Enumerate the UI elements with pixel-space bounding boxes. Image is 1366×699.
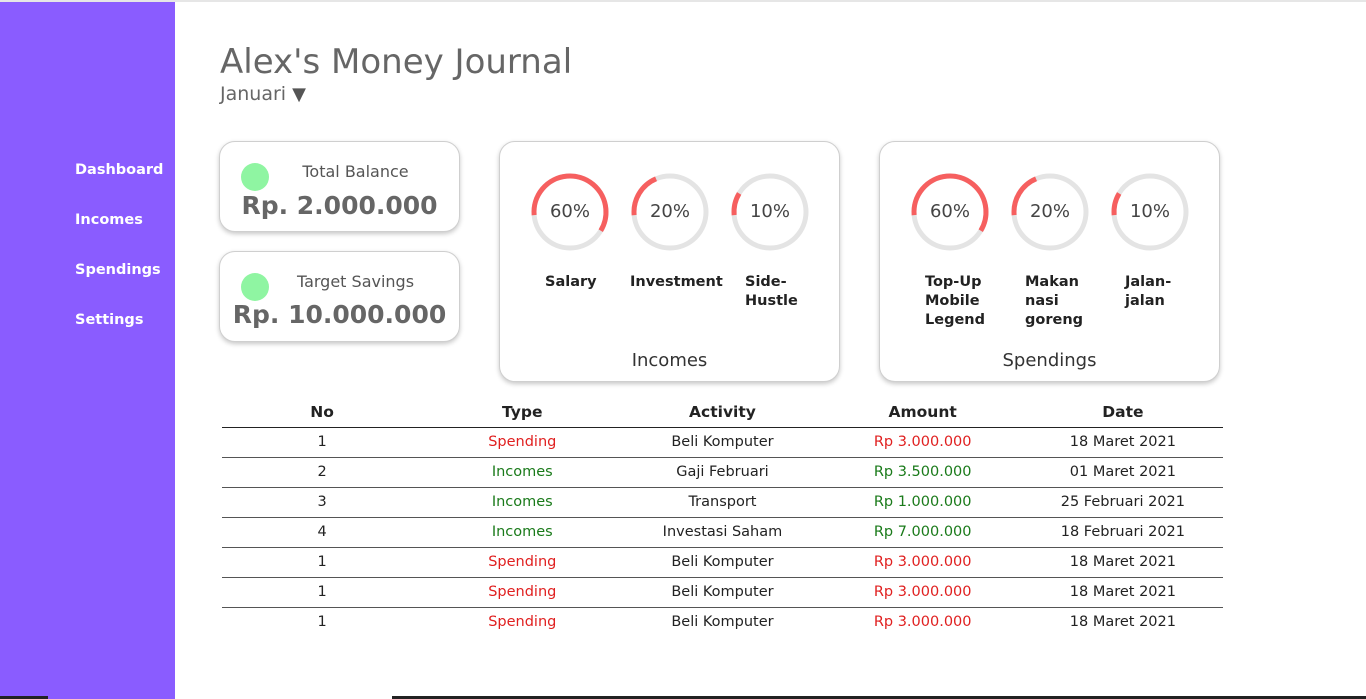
cell-no: 1 [222,577,423,608]
column-header-amount: Amount [822,398,1023,428]
cell-type: Spending [422,577,623,608]
cell-no: 1 [222,427,423,458]
caret-down-icon: ▼ [292,84,306,105]
sidebar-item-spendings[interactable]: Spendings [75,262,161,278]
ring-percent-salary: 60% [549,201,590,222]
cell-date: 18 Maret 2021 [1022,547,1223,578]
cell-amount: Rp 3.000.000 [822,577,1023,608]
cell-activity: Investasi Saham [622,517,823,548]
sidebar-item-settings[interactable]: Settings [75,312,143,328]
target-savings-value: Rp. 10.000.000 [232,300,447,329]
cell-activity: Transport [622,487,823,518]
cell-no: 4 [222,517,423,548]
category-label-investment: Investment [630,274,723,290]
table-row: 1 Spending Beli Komputer Rp 3.000.000 18… [222,547,1223,578]
cell-amount: Rp 3.000.000 [822,547,1023,578]
cell-activity: Gaji Februari [622,457,823,488]
column-header-no: No [222,398,423,428]
cell-amount: Rp 1.000.000 [822,487,1023,518]
table-row: 1 Spending Beli Komputer Rp 3.000.000 18… [222,577,1223,608]
ring-percent-makan: 20% [1029,201,1070,222]
sidebar: Dashboard Incomes Spendings Settings [0,2,175,699]
table-row: 4 Incomes Investasi Saham Rp 7.000.000 1… [222,517,1223,548]
category-label-salary: Salary [545,274,597,290]
table-row: 3 Incomes Transport Rp 1.000.000 25 Febr… [222,487,1223,518]
cell-date: 25 Februari 2021 [1022,487,1223,518]
sidebar-item-dashboard[interactable]: Dashboard [75,162,163,178]
category-label-side-hustle: Side- Hustle [745,274,798,309]
ring-percent-side-hustle: 10% [749,201,790,222]
cell-amount: Rp 3.000.000 [822,427,1023,458]
category-label-top-up: Top-Up Mobile Legend [925,274,985,328]
cell-amount: Rp 7.000.000 [822,517,1023,548]
cell-type: Spending [422,607,623,630]
month-selector[interactable]: Januari ▼ [220,83,306,105]
cell-date: 01 Maret 2021 [1022,457,1223,488]
cell-activity: Beli Komputer [622,547,823,578]
spendings-chart-title: Spendings [1002,350,1097,371]
total-balance-label: Total Balance [302,162,409,181]
cell-activity: Beli Komputer [622,427,823,458]
total-balance-value: Rp. 2.000.000 [241,191,438,220]
spendings-chart-card: 60% 20% 10% Top-Up Mobile Legend Makan nasi… [879,141,1220,382]
total-balance-card: Total Balance Rp. 2.000.000 [219,141,460,232]
column-header-date: Date [1022,398,1223,428]
category-label-jalan: Jalan-jalan [1125,274,1172,309]
category-label-makan: Makan nasi goreng [1025,274,1084,328]
cell-no: 2 [222,457,423,488]
column-header-type: Type [422,398,623,428]
ring-percent-top-up: 60% [929,201,970,222]
cell-no: 3 [222,487,423,518]
top-border [0,0,1366,2]
cell-type: Spending [422,547,623,578]
cell-no: 1 [222,607,423,630]
cell-amount: Rp 3.500.000 [822,457,1023,488]
table-row: 1 Spending Beli Komputer Rp 3.000.000 18… [222,427,1223,458]
cell-date: 18 Maret 2021 [1022,577,1223,608]
cell-activity: Beli Komputer [622,607,823,630]
cell-type: Spending [422,427,623,458]
cell-type: Incomes [422,517,623,548]
cell-type: Incomes [422,457,623,488]
page-title: Alex's Money Journal [220,42,573,82]
ring-percent-investment: 20% [649,201,690,222]
sidebar-item-incomes[interactable]: Incomes [75,212,143,228]
month-label: Januari [220,83,287,105]
target-savings-card: Target Savings Rp. 10.000.000 [219,251,460,342]
cell-type: Incomes [422,487,623,518]
target-savings-label: Target Savings [296,272,415,291]
ring-percent-jalan: 10% [1129,201,1170,222]
cell-no: 1 [222,547,423,578]
cell-date: 18 Maret 2021 [1022,607,1223,630]
incomes-chart-card: 60% 20% 10% Salary Investment Side- Hustl… [499,141,840,382]
column-header-activity: Activity [622,398,823,428]
transactions-table: No Type Activity Amount Date 1 Spending … [222,398,1223,630]
cell-activity: Beli Komputer [622,577,823,608]
transactions-table-container[interactable]: No Type Activity Amount Date 1 Spending … [222,398,1223,630]
table-header-row: No Type Activity Amount Date [222,398,1223,428]
table-row: 1 Spending Beli Komputer Rp 3.000.000 18… [222,607,1223,630]
incomes-chart-title: Incomes [631,350,708,371]
cell-date: 18 Maret 2021 [1022,427,1223,458]
table-row: 2 Incomes Gaji Februari Rp 3.500.000 01 … [222,457,1223,488]
cell-amount: Rp 3.000.000 [822,607,1023,630]
cell-date: 18 Februari 2021 [1022,517,1223,548]
